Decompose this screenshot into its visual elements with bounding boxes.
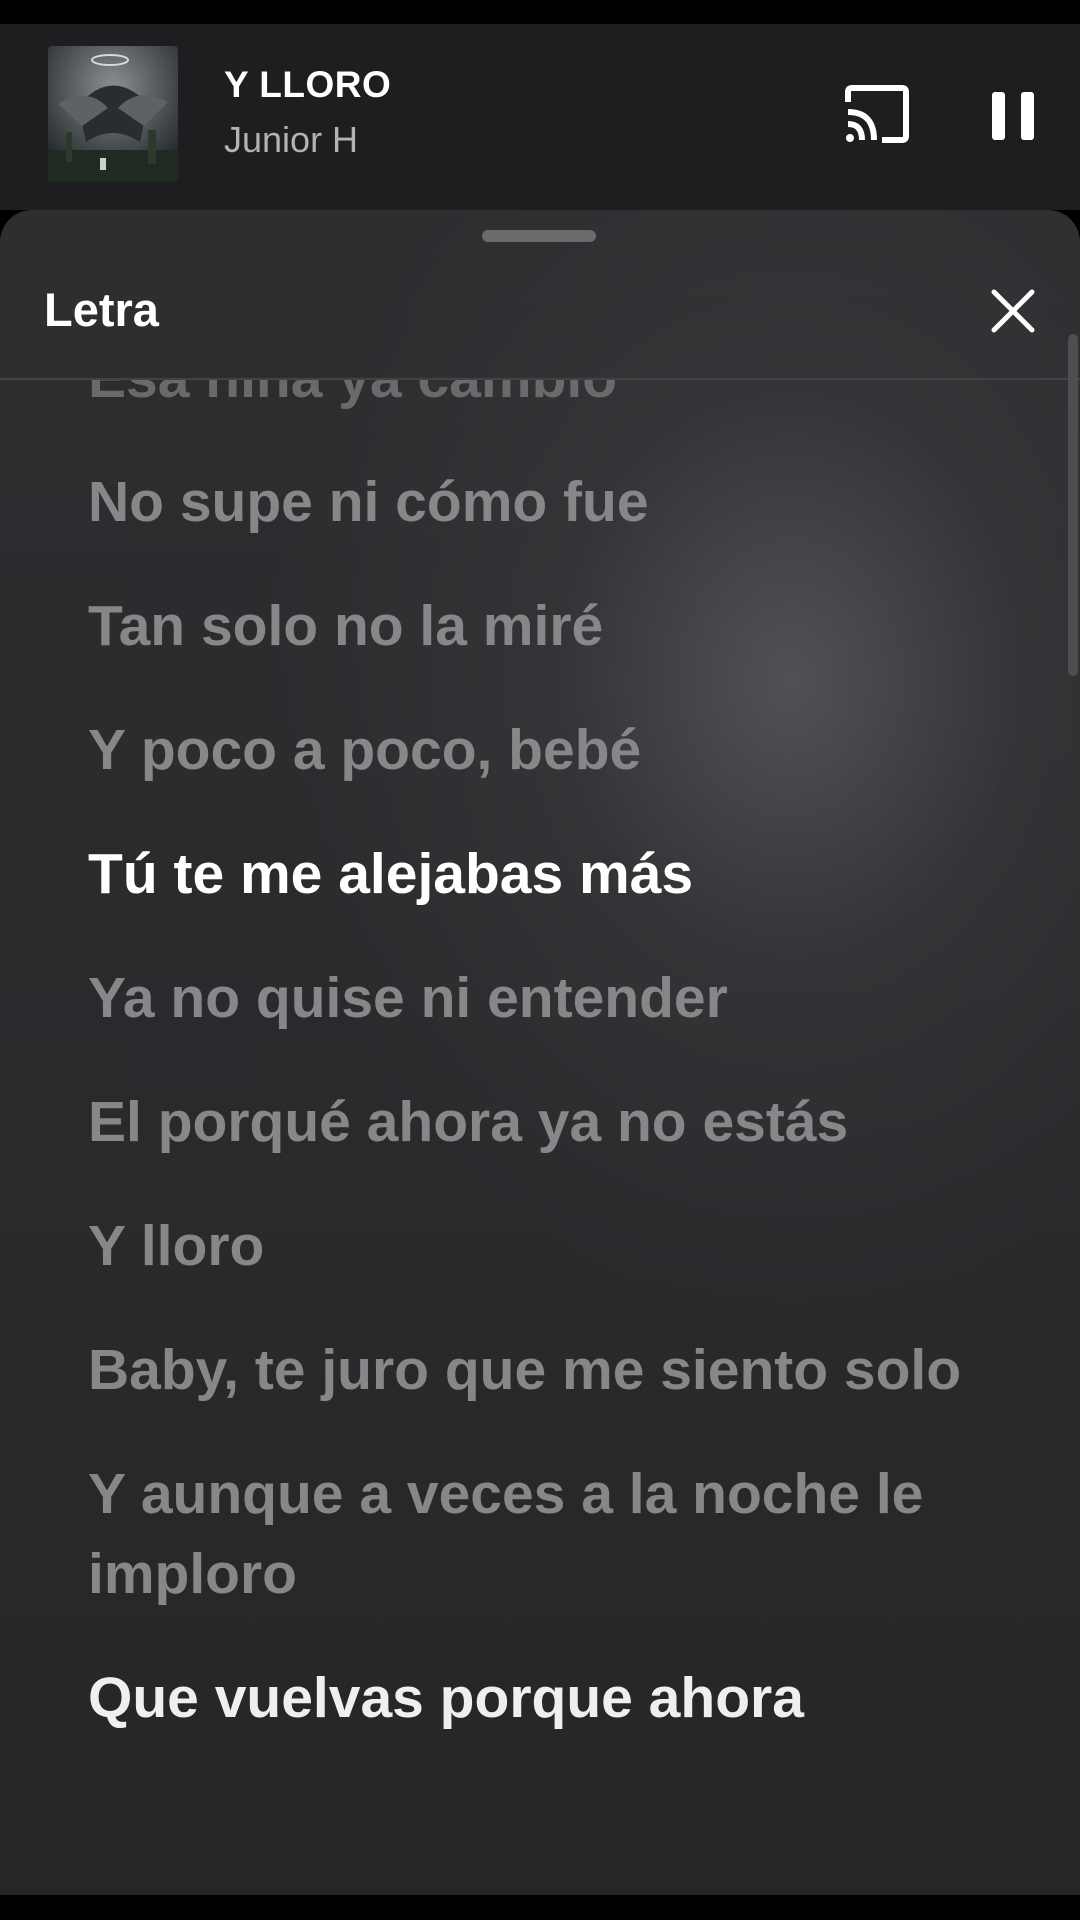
lyric-line[interactable]: No supe ni cómo fue bbox=[88, 462, 988, 542]
close-icon bbox=[991, 289, 1035, 333]
lyric-line[interactable]: Y aunque a veces a la noche le imploro bbox=[88, 1454, 988, 1614]
lyric-line[interactable]: Tan solo no la miré bbox=[88, 586, 988, 666]
cast-icon bbox=[845, 85, 909, 143]
lyrics-sheet: Letra Esa niña ya cambió No supe ni cómo… bbox=[0, 210, 1080, 1895]
close-button[interactable] bbox=[990, 288, 1036, 334]
track-artist[interactable]: Junior H bbox=[224, 119, 358, 161]
scrollbar[interactable] bbox=[1068, 334, 1078, 676]
lyric-line-active[interactable]: Tú te me alejabas más bbox=[88, 834, 988, 914]
album-art[interactable] bbox=[48, 46, 178, 182]
app-screen: Y LLORO Junior H Letra No supe ni cómo f… bbox=[0, 0, 1080, 1920]
drag-handle[interactable] bbox=[482, 230, 596, 242]
lyrics-scroll-area[interactable]: Esa niña ya cambió No supe ni cómo fue T… bbox=[0, 380, 1080, 1895]
lyrics-list: Esa niña ya cambió No supe ni cómo fue T… bbox=[88, 380, 988, 1782]
lyric-line[interactable]: Y poco a poco, bebé bbox=[88, 710, 988, 790]
sheet-title: Letra bbox=[44, 283, 159, 336]
lyric-line[interactable]: Y lloro bbox=[88, 1206, 988, 1286]
lyric-line[interactable]: El porqué ahora ya no estás bbox=[88, 1082, 988, 1162]
album-art-image bbox=[48, 46, 178, 182]
lyric-line[interactable]: Ya no quise ni entender bbox=[88, 958, 988, 1038]
track-title[interactable]: Y LLORO bbox=[224, 64, 391, 106]
pause-icon bbox=[992, 92, 1034, 140]
lyric-line[interactable]: Baby, te juro que me siento solo bbox=[88, 1330, 988, 1410]
pause-button[interactable] bbox=[986, 84, 1040, 148]
mini-player[interactable]: Y LLORO Junior H bbox=[0, 24, 1080, 210]
lyric-line[interactable]: Que vuelvas porque ahora bbox=[88, 1658, 988, 1738]
cast-button[interactable] bbox=[842, 84, 912, 148]
bottom-edge bbox=[0, 1895, 1080, 1920]
lyric-line[interactable]: Esa niña ya cambió bbox=[88, 380, 988, 418]
